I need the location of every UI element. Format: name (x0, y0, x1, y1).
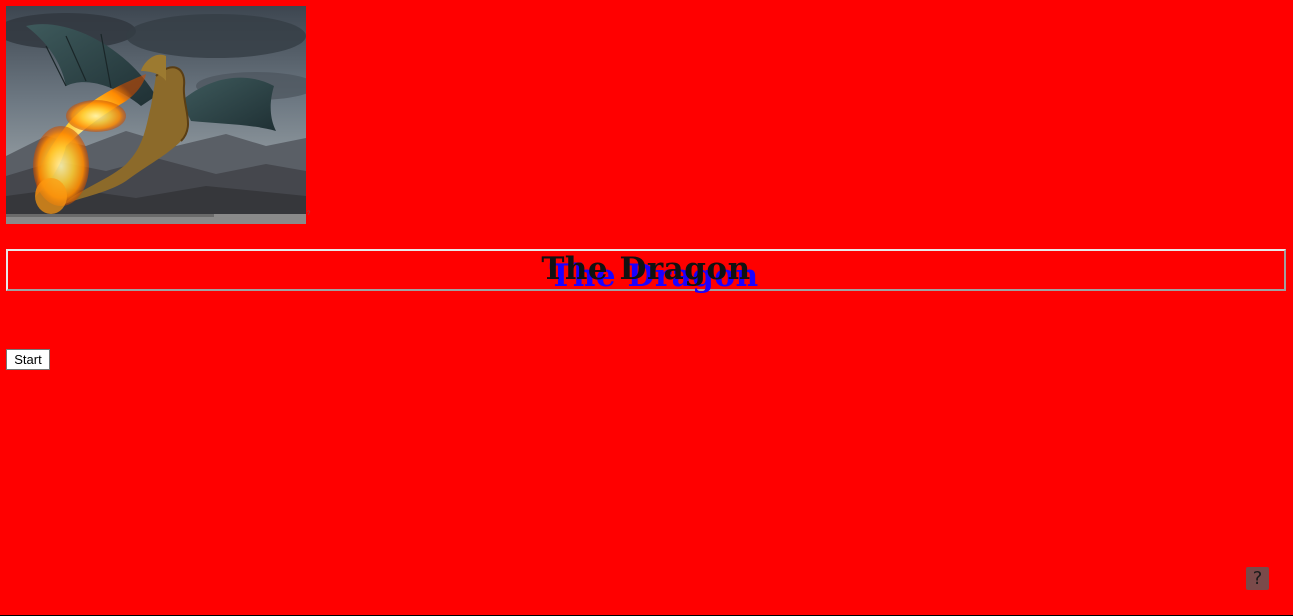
title-banner: The Dragon The Dragon (6, 249, 1286, 294)
title-wrap: The Dragon The Dragon (8, 251, 1284, 294)
dragon-image (6, 6, 306, 224)
dragon-illustration (6, 6, 306, 224)
page: ? The Dragon The Dragon Start ? (0, 0, 1293, 616)
start-button[interactable]: Start (6, 349, 50, 370)
help-icon[interactable]: ? (1246, 567, 1269, 590)
image-caption-mark: ? (307, 211, 311, 217)
page-title: The Dragon (541, 251, 751, 287)
